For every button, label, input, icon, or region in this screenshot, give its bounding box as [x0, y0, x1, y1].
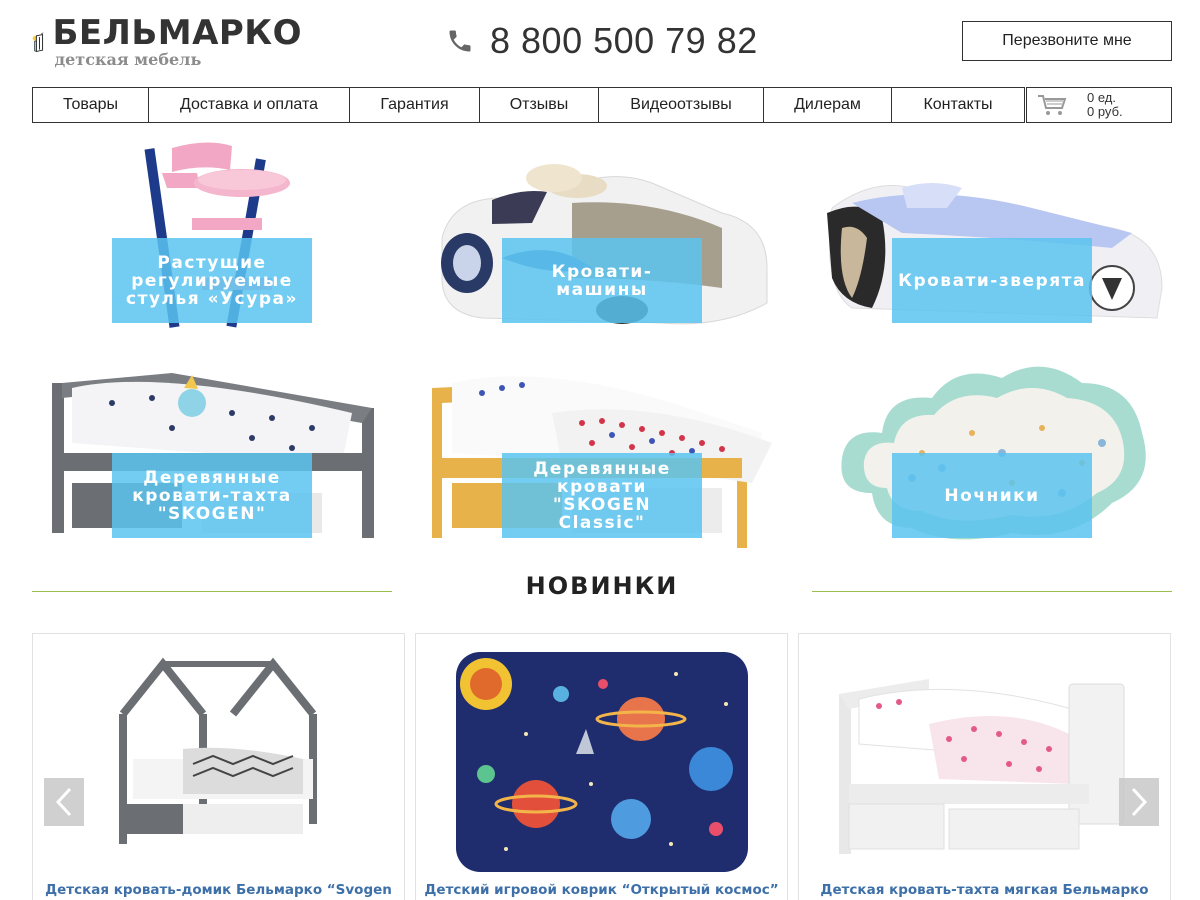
logo-title: БЕЛЬМАРКО — [52, 13, 302, 53]
category-tile-animal-beds[interactable]: Кровати-зверята — [812, 128, 1172, 333]
product-image — [33, 634, 404, 874]
product-card[interactable]: Детская кровать-домик Бельмарко “Svogen — [32, 633, 405, 900]
phone-icon — [449, 30, 471, 52]
slider-next-button[interactable] — [1119, 778, 1159, 826]
category-tile-skogen-classic[interactable]: Деревянные кровати "SKOGEN Classic" — [422, 343, 782, 548]
product-image — [799, 634, 1170, 874]
product-image — [416, 634, 787, 874]
cart-icon — [1038, 95, 1067, 115]
product-title[interactable]: Детский игровой коврик “Открытый космос” — [416, 882, 787, 898]
category-tile-chairs[interactable]: Растущие регулируемые стулья «Усура» — [32, 128, 392, 333]
main-nav: Товары Доставка и оплата Гарантия Отзывы… — [32, 87, 1025, 123]
cart[interactable]: 0 ед. 0 руб. — [1026, 87, 1172, 123]
cart-count: 0 ед. — [1087, 90, 1116, 105]
logo-icon — [32, 32, 44, 52]
cart-sum: 0 руб. — [1087, 104, 1123, 119]
category-label[interactable]: Кровати-зверята — [892, 238, 1092, 323]
category-label[interactable]: Кровати-машины — [502, 238, 702, 323]
nav-item-products[interactable]: Товары — [33, 88, 149, 122]
chevron-left-icon — [55, 787, 72, 817]
nav-item-reviews[interactable]: Отзывы — [480, 88, 599, 122]
new-items-section-header: НОВИНКИ — [32, 570, 1172, 610]
chevron-right-icon — [1131, 787, 1148, 817]
category-label[interactable]: Ночники — [892, 453, 1092, 538]
nav-item-contacts[interactable]: Контакты — [892, 88, 1024, 122]
section-title: НОВИНКИ — [525, 572, 679, 600]
category-tile-night-lights[interactable]: Ночники — [812, 343, 1172, 548]
nav-item-dealers[interactable]: Дилерам — [764, 88, 892, 122]
product-card[interactable]: Детская кровать-тахта мягкая Бельмарко — [798, 633, 1171, 900]
category-label[interactable]: Деревянные кровати-тахта "SKOGEN" — [112, 453, 312, 538]
nav-item-warranty[interactable]: Гарантия — [350, 88, 480, 122]
phone-number[interactable]: 8 800 500 79 82 — [490, 20, 758, 62]
category-tile-car-beds[interactable]: Кровати-машины — [422, 128, 782, 333]
category-label[interactable]: Деревянные кровати "SKOGEN Classic" — [502, 453, 702, 538]
slider-prev-button[interactable] — [44, 778, 84, 826]
nav-item-delivery[interactable]: Доставка и оплата — [149, 88, 350, 122]
category-label[interactable]: Растущие регулируемые стулья «Усура» — [112, 238, 312, 323]
callback-button[interactable]: Перезвоните мне — [962, 21, 1172, 61]
product-card[interactable]: Детский игровой коврик “Открытый космос” — [415, 633, 788, 900]
category-tile-skogen[interactable]: Деревянные кровати-тахта "SKOGEN" — [32, 343, 392, 548]
logo-subtitle: детская мебель — [54, 50, 202, 69]
nav-item-video-reviews[interactable]: Видеоотзывы — [599, 88, 764, 122]
product-title[interactable]: Детская кровать-тахта мягкая Бельмарко — [799, 882, 1170, 898]
phone-block[interactable]: 8 800 500 79 82 — [446, 18, 758, 64]
logo[interactable]: БЕЛЬМАРКО детская мебель — [32, 14, 302, 74]
product-title[interactable]: Детская кровать-домик Бельмарко “Svogen — [33, 882, 404, 898]
